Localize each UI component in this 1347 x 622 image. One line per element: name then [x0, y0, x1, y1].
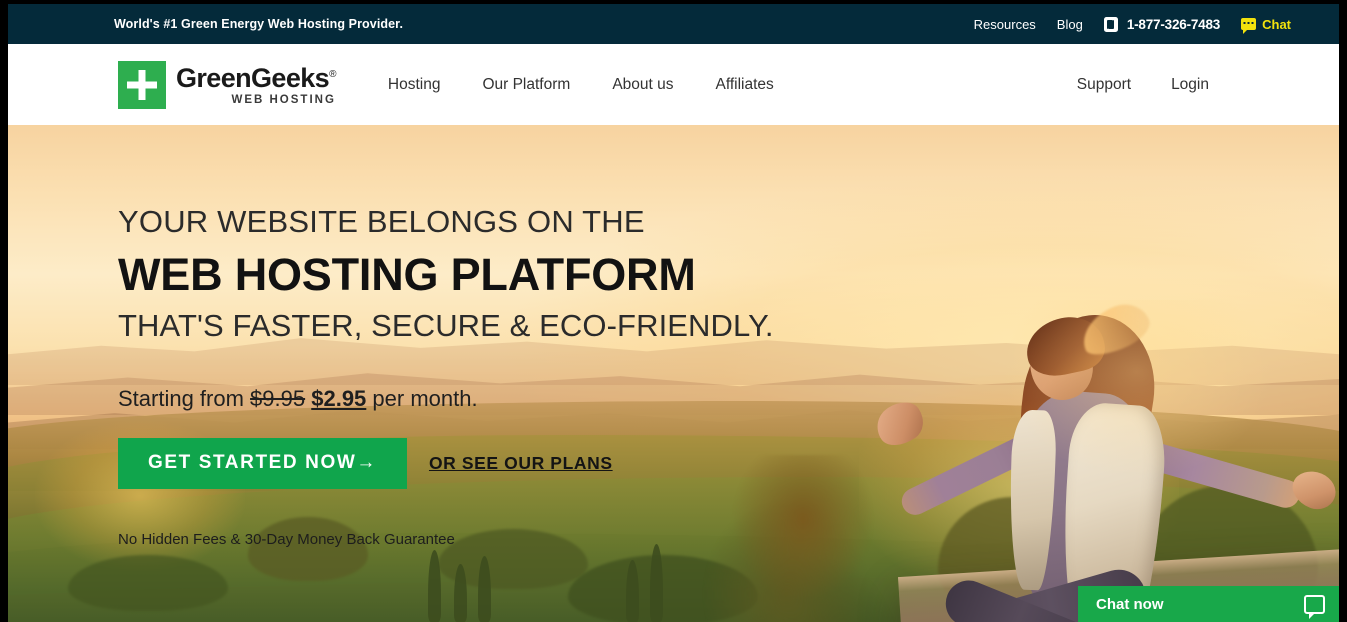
price-suffix: per month.	[366, 385, 478, 411]
hero-headline-pre: YOUR WEBSITE BELONGS ON THE	[118, 204, 645, 239]
see-plans-link[interactable]: OR SEE OUR PLANS	[429, 453, 613, 474]
top-utility-bar: World's #1 Green Energy Web Hosting Prov…	[8, 4, 1339, 44]
plus-icon	[118, 60, 166, 109]
page-canvas: World's #1 Green Energy Web Hosting Prov…	[8, 4, 1339, 622]
chat-now-widget[interactable]: Chat now	[1078, 586, 1339, 622]
nav-item-support[interactable]: Support	[1077, 76, 1131, 94]
price-old: $9.95	[250, 385, 306, 411]
price-prefix: Starting from	[118, 385, 251, 411]
registered-mark: ®	[329, 68, 336, 80]
logo[interactable]: GreenGeeks® WEB HOSTING	[118, 60, 336, 109]
phone-number: 1-877-326-7483	[1126, 16, 1221, 32]
person-right-hand	[1286, 465, 1339, 515]
hero-cta-row: GET STARTED NOW→ OR SEE OUR PLANS	[118, 437, 774, 489]
logo-wordmark: GreenGeeks® WEB HOSTING	[176, 63, 336, 107]
hero-copy: YOUR WEBSITE BELONGS ON THE WEB HOSTING …	[118, 204, 774, 548]
nav-item-our-platform[interactable]: Our Platform	[482, 76, 570, 94]
person-left-hand	[868, 393, 932, 455]
chat-bubble-icon	[1241, 18, 1257, 34]
screenshot-root: World's #1 Green Energy Web Hosting Prov…	[0, 0, 1347, 622]
topbar-link-blog[interactable]: Blog	[1057, 17, 1083, 32]
chat-now-label: Chat now	[1096, 595, 1164, 613]
hero-headline-sub: THAT'S FASTER, SECURE & ECO-FRIENDLY.	[118, 307, 774, 343]
phone-link[interactable]: 1-877-326-7483	[1103, 16, 1221, 32]
hero-person-photo	[868, 296, 1339, 622]
nav-item-hosting[interactable]: Hosting	[388, 76, 441, 94]
primary-nav: Hosting Our Platform About us Affiliates	[388, 76, 774, 94]
price-new: $2.95	[311, 385, 367, 411]
hero-headline-main: WEB HOSTING PLATFORM	[118, 248, 696, 300]
logo-name: GreenGeeks®	[176, 62, 336, 93]
topbar-link-resources[interactable]: Resources	[974, 17, 1036, 32]
nav-item-login[interactable]: Login	[1171, 76, 1209, 94]
hero-price-line: Starting from $9.95 $2.95 per month.	[118, 386, 774, 412]
logo-tagline: WEB HOSTING	[231, 93, 336, 106]
site-header: GreenGeeks® WEB HOSTING Hosting Our Plat…	[8, 44, 1339, 125]
top-utility-links: Resources Blog 1-877-326-7483 Chat	[974, 16, 1309, 34]
topbar-chat-link[interactable]: Chat	[1241, 16, 1291, 34]
topbar-chat-label: Chat	[1262, 16, 1291, 32]
chat-bubble-icon	[1304, 594, 1325, 619]
phone-icon	[1103, 16, 1118, 32]
nav-item-about-us[interactable]: About us	[612, 76, 673, 94]
nav-item-affiliates[interactable]: Affiliates	[716, 76, 774, 94]
hero-guarantee-text: No Hidden Fees & 30-Day Money Back Guara…	[118, 530, 455, 548]
hero-section: YOUR WEBSITE BELONGS ON THE WEB HOSTING …	[8, 125, 1339, 622]
tagline-text: World's #1 Green Energy Web Hosting Prov…	[114, 17, 404, 31]
get-started-button[interactable]: GET STARTED NOW→	[118, 437, 407, 489]
secondary-nav: Support Login	[1077, 76, 1309, 94]
